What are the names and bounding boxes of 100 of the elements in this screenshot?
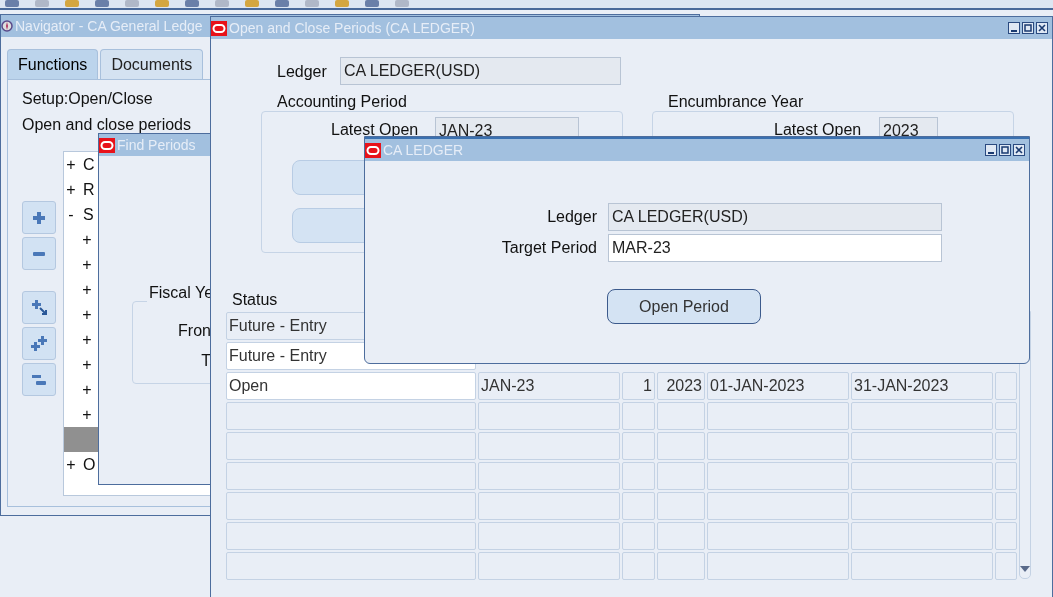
tree-row[interactable]: + O: [64, 452, 99, 477]
table-cell[interactable]: [995, 522, 1017, 550]
table-cell[interactable]: [226, 552, 476, 580]
table-cell[interactable]: [851, 492, 993, 520]
minimize-icon[interactable]: [1008, 22, 1020, 34]
tree-row[interactable]: [64, 427, 99, 452]
table-cell[interactable]: JAN-23: [478, 372, 620, 400]
table-cell[interactable]: [851, 402, 993, 430]
expand-branch-button[interactable]: [22, 291, 56, 324]
tree-toggle[interactable]: +: [82, 280, 92, 299]
table-cell[interactable]: 01-JAN-2023: [707, 372, 849, 400]
compass-icon: [1, 20, 13, 32]
table-cell[interactable]: [707, 492, 849, 520]
table-cell[interactable]: [226, 432, 476, 460]
table-cell[interactable]: [995, 462, 1017, 490]
tree-toggle[interactable]: +: [82, 380, 92, 399]
tree-toggle[interactable]: +: [66, 180, 76, 199]
table-cell[interactable]: [707, 552, 849, 580]
tree-toggle[interactable]: +: [82, 230, 92, 249]
ledger-field[interactable]: CA LEDGER(USD): [608, 203, 942, 231]
table-cell[interactable]: [707, 432, 849, 460]
table-cell[interactable]: [995, 492, 1017, 520]
tree-row[interactable]: +: [64, 227, 99, 252]
table-cell[interactable]: [657, 432, 705, 460]
table-cell[interactable]: 31-JAN-2023: [851, 372, 993, 400]
tree-row[interactable]: +: [64, 352, 99, 377]
tree-item[interactable]: O: [83, 455, 96, 474]
expand-all-button[interactable]: [22, 327, 56, 360]
table-cell[interactable]: [478, 462, 620, 490]
table-cell[interactable]: [622, 432, 655, 460]
tree-row[interactable]: +: [64, 252, 99, 277]
table-cell[interactable]: [995, 402, 1017, 430]
table-cell[interactable]: [478, 552, 620, 580]
table-cell[interactable]: [478, 492, 620, 520]
close-icon[interactable]: [1013, 144, 1025, 156]
table-cell[interactable]: 2023: [657, 372, 705, 400]
maximize-icon[interactable]: [1022, 22, 1034, 34]
table-cell[interactable]: [657, 492, 705, 520]
expand-all-icon: [31, 336, 47, 351]
table-cell[interactable]: [622, 462, 655, 490]
table-cell[interactable]: [478, 432, 620, 460]
close-icon[interactable]: [1036, 22, 1048, 34]
tree-item[interactable]: C: [83, 155, 95, 174]
collapse-all-icon: [32, 374, 46, 385]
table-cell[interactable]: [995, 552, 1017, 580]
table-cell[interactable]: [657, 462, 705, 490]
table-cell[interactable]: [851, 462, 993, 490]
table-cell[interactable]: [851, 522, 993, 550]
maximize-icon[interactable]: [999, 144, 1011, 156]
ledger-field[interactable]: CA LEDGER(USD): [340, 57, 621, 85]
table-cell[interactable]: [851, 432, 993, 460]
tree-toggle[interactable]: +: [82, 305, 92, 324]
table-cell[interactable]: [851, 552, 993, 580]
table-cell[interactable]: [707, 462, 849, 490]
minimize-icon[interactable]: [985, 144, 997, 156]
table-cell[interactable]: [478, 402, 620, 430]
tree-row[interactable]: + R: [64, 177, 99, 202]
table-cell[interactable]: [657, 522, 705, 550]
tree-row[interactable]: +: [64, 402, 99, 427]
table-cell[interactable]: [707, 402, 849, 430]
tree-row[interactable]: +: [64, 277, 99, 302]
tree-row[interactable]: +: [64, 302, 99, 327]
tree-item[interactable]: R: [83, 180, 95, 199]
tree-row[interactable]: - S: [64, 202, 99, 227]
table-cell[interactable]: [657, 552, 705, 580]
table-cell[interactable]: Open: [226, 372, 476, 400]
tree-toggle[interactable]: +: [82, 355, 92, 374]
target-period-field[interactable]: MAR-23: [608, 234, 942, 262]
table-cell[interactable]: [995, 432, 1017, 460]
oracle-icon: [365, 142, 381, 158]
tree-row[interactable]: + C: [64, 152, 99, 177]
table-cell[interactable]: [226, 522, 476, 550]
table-cell[interactable]: [226, 492, 476, 520]
table-cell[interactable]: [657, 402, 705, 430]
table-cell[interactable]: [622, 402, 655, 430]
table-cell[interactable]: [622, 522, 655, 550]
tree-toggle[interactable]: -: [66, 205, 76, 224]
table-cell[interactable]: [622, 492, 655, 520]
scroll-down-icon[interactable]: [1020, 566, 1030, 572]
tree-toggle[interactable]: +: [66, 155, 76, 174]
tree-toggle[interactable]: +: [82, 255, 92, 274]
tree-toggle[interactable]: +: [82, 330, 92, 349]
table-cell[interactable]: [226, 402, 476, 430]
tab[interactable]: Functions: [7, 49, 99, 80]
collapse-button[interactable]: [22, 237, 56, 270]
table-cell[interactable]: [707, 522, 849, 550]
table-cell[interactable]: [226, 462, 476, 490]
tree-item[interactable]: S: [83, 205, 94, 224]
tree-row[interactable]: +: [64, 327, 99, 352]
tree-toggle[interactable]: +: [82, 405, 92, 424]
table-cell[interactable]: [995, 372, 1017, 400]
expand-button[interactable]: [22, 201, 56, 234]
collapse-all-button[interactable]: [22, 363, 56, 396]
tree-toggle[interactable]: +: [66, 455, 76, 474]
table-cell[interactable]: [622, 552, 655, 580]
tab[interactable]: Documents: [100, 49, 204, 80]
table-cell[interactable]: 1: [622, 372, 655, 400]
table-cell[interactable]: [478, 522, 620, 550]
open-period-button[interactable]: Open Period: [607, 289, 761, 324]
tree-row[interactable]: +: [64, 377, 99, 402]
